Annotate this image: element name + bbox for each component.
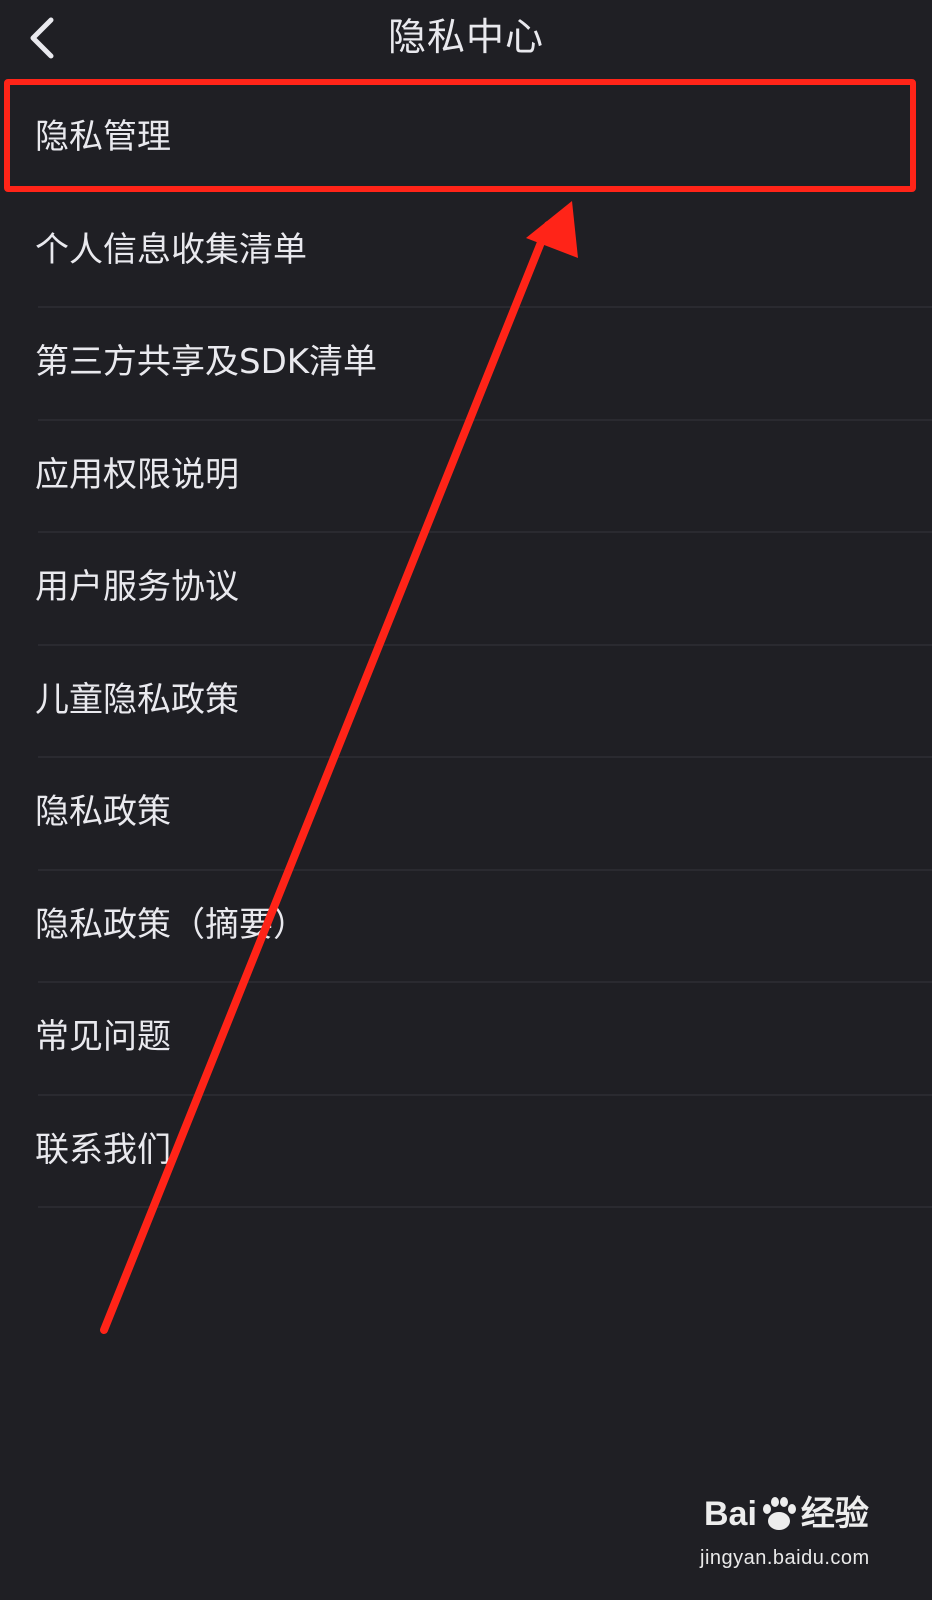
paw-icon xyxy=(762,1497,796,1530)
privacy-menu-list: 隐私管理 个人信息收集清单 第三方共享及SDK清单 应用权限说明 用户服务协议 … xyxy=(0,83,932,1208)
page-title: 隐私中心 xyxy=(387,15,544,59)
divider xyxy=(38,1206,932,1208)
menu-item-label: 个人信息收集清单 xyxy=(35,229,307,270)
menu-item-privacy-policy-summary[interactable]: 隐私政策（摘要） xyxy=(0,871,932,983)
menu-item-app-permissions[interactable]: 应用权限说明 xyxy=(0,421,932,533)
watermark-logo: Bai 经验 xyxy=(704,1492,869,1536)
menu-item-third-party-sdk-list[interactable]: 第三方共享及SDK清单 xyxy=(0,308,932,421)
watermark-brand-prefix: Bai xyxy=(704,1495,757,1533)
menu-item-label: 第三方共享及SDK清单 xyxy=(35,342,378,382)
menu-item-label: 应用权限说明 xyxy=(35,454,239,495)
menu-item-personal-info-list[interactable]: 个人信息收集清单 xyxy=(0,196,932,308)
watermark-brand-suffix: 经验 xyxy=(800,1495,869,1533)
menu-item-contact-us[interactable]: 联系我们 xyxy=(0,1096,932,1208)
menu-item-label: 隐私管理 xyxy=(35,117,171,157)
menu-item-privacy-policy[interactable]: 隐私政策 xyxy=(0,758,932,871)
menu-item-label: 隐私政策（摘要） xyxy=(35,904,307,945)
menu-item-faq[interactable]: 常见问题 xyxy=(0,983,932,1096)
menu-item-label: 联系我们 xyxy=(35,1129,171,1170)
baidu-jingyan-watermark: Bai 经验 jingyan.baidu.com xyxy=(700,1484,880,1584)
menu-item-label: 隐私政策 xyxy=(35,792,171,832)
watermark-url: jingyan.baidu.com xyxy=(700,1547,870,1569)
menu-item-user-agreement[interactable]: 用户服务协议 xyxy=(0,533,932,646)
menu-item-label: 用户服务协议 xyxy=(35,567,239,607)
menu-item-children-privacy-policy[interactable]: 儿童隐私政策 xyxy=(0,646,932,758)
menu-item-label: 常见问题 xyxy=(35,1017,171,1057)
nav-bar: 隐私中心 xyxy=(0,0,932,78)
menu-item-privacy-management[interactable]: 隐私管理 xyxy=(0,83,932,196)
menu-item-label: 儿童隐私政策 xyxy=(35,679,239,720)
